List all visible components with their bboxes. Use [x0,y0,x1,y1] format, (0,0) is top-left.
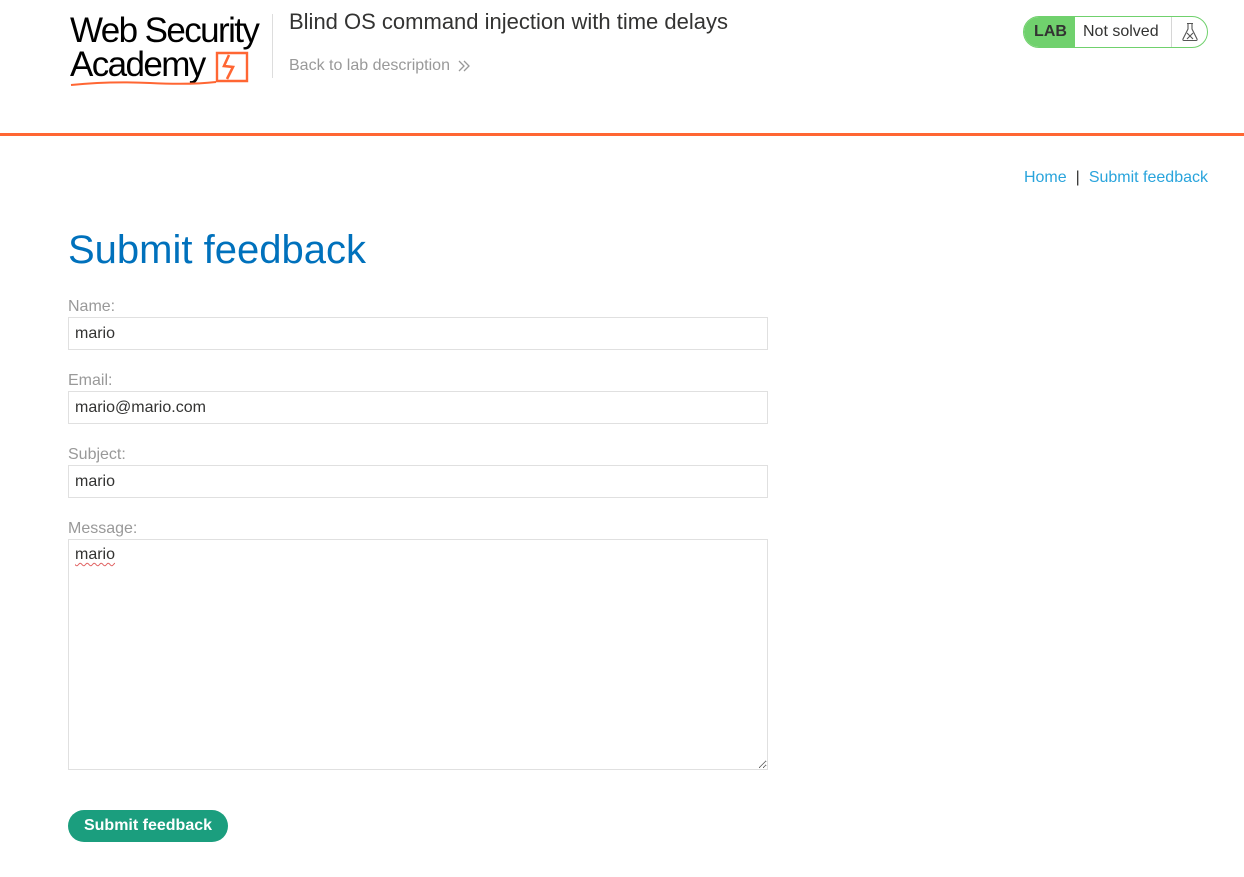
web-security-academy-logo[interactable]: Web Security Academy [70,13,270,87]
lab-status-widget: LAB Not solved [1023,16,1208,48]
subject-label: Subject: [68,446,126,463]
lab-title: Blind OS command injection with time del… [289,9,728,34]
breadcrumb-separator: | [1075,169,1080,186]
name-input[interactable] [68,317,768,350]
double-chevron-right-icon [458,60,470,72]
subject-field-group: Subject: [68,445,768,498]
lab-badge: LAB [1024,17,1075,47]
back-to-lab-description-link[interactable]: Back to lab description [289,57,471,75]
message-label: Message: [68,520,138,537]
nav-submit-feedback-link[interactable]: Submit feedback [1089,169,1208,186]
page-title: Submit feedback [68,228,366,272]
nav-home-link[interactable]: Home [1024,169,1067,186]
name-field-group: Name: [68,297,768,350]
message-field-group: Message: mario [68,519,768,770]
site-header: Web Security Academy Blind OS command in… [0,0,1244,136]
logo-underline [70,81,217,86]
email-input[interactable] [68,391,768,424]
back-link-label: Back to lab description [289,57,450,74]
feedback-form: Name: Email: Subject: Message: mario [68,297,768,791]
subject-input[interactable] [68,465,768,498]
email-label: Email: [68,372,113,389]
submit-feedback-button[interactable]: Submit feedback [68,810,228,842]
breadcrumb: Home | Submit feedback [1024,169,1208,187]
flask-icon [1172,17,1207,47]
name-label: Name: [68,298,116,315]
email-field-group: Email: [68,371,768,424]
logo-text-line2: Academy [70,45,206,84]
logo-lightning-icon [215,51,249,83]
lab-status-text: Not solved [1075,17,1172,47]
header-divider [272,14,273,78]
logo-text-line1: Web Security [70,11,260,50]
message-textarea[interactable]: mario [68,539,768,770]
